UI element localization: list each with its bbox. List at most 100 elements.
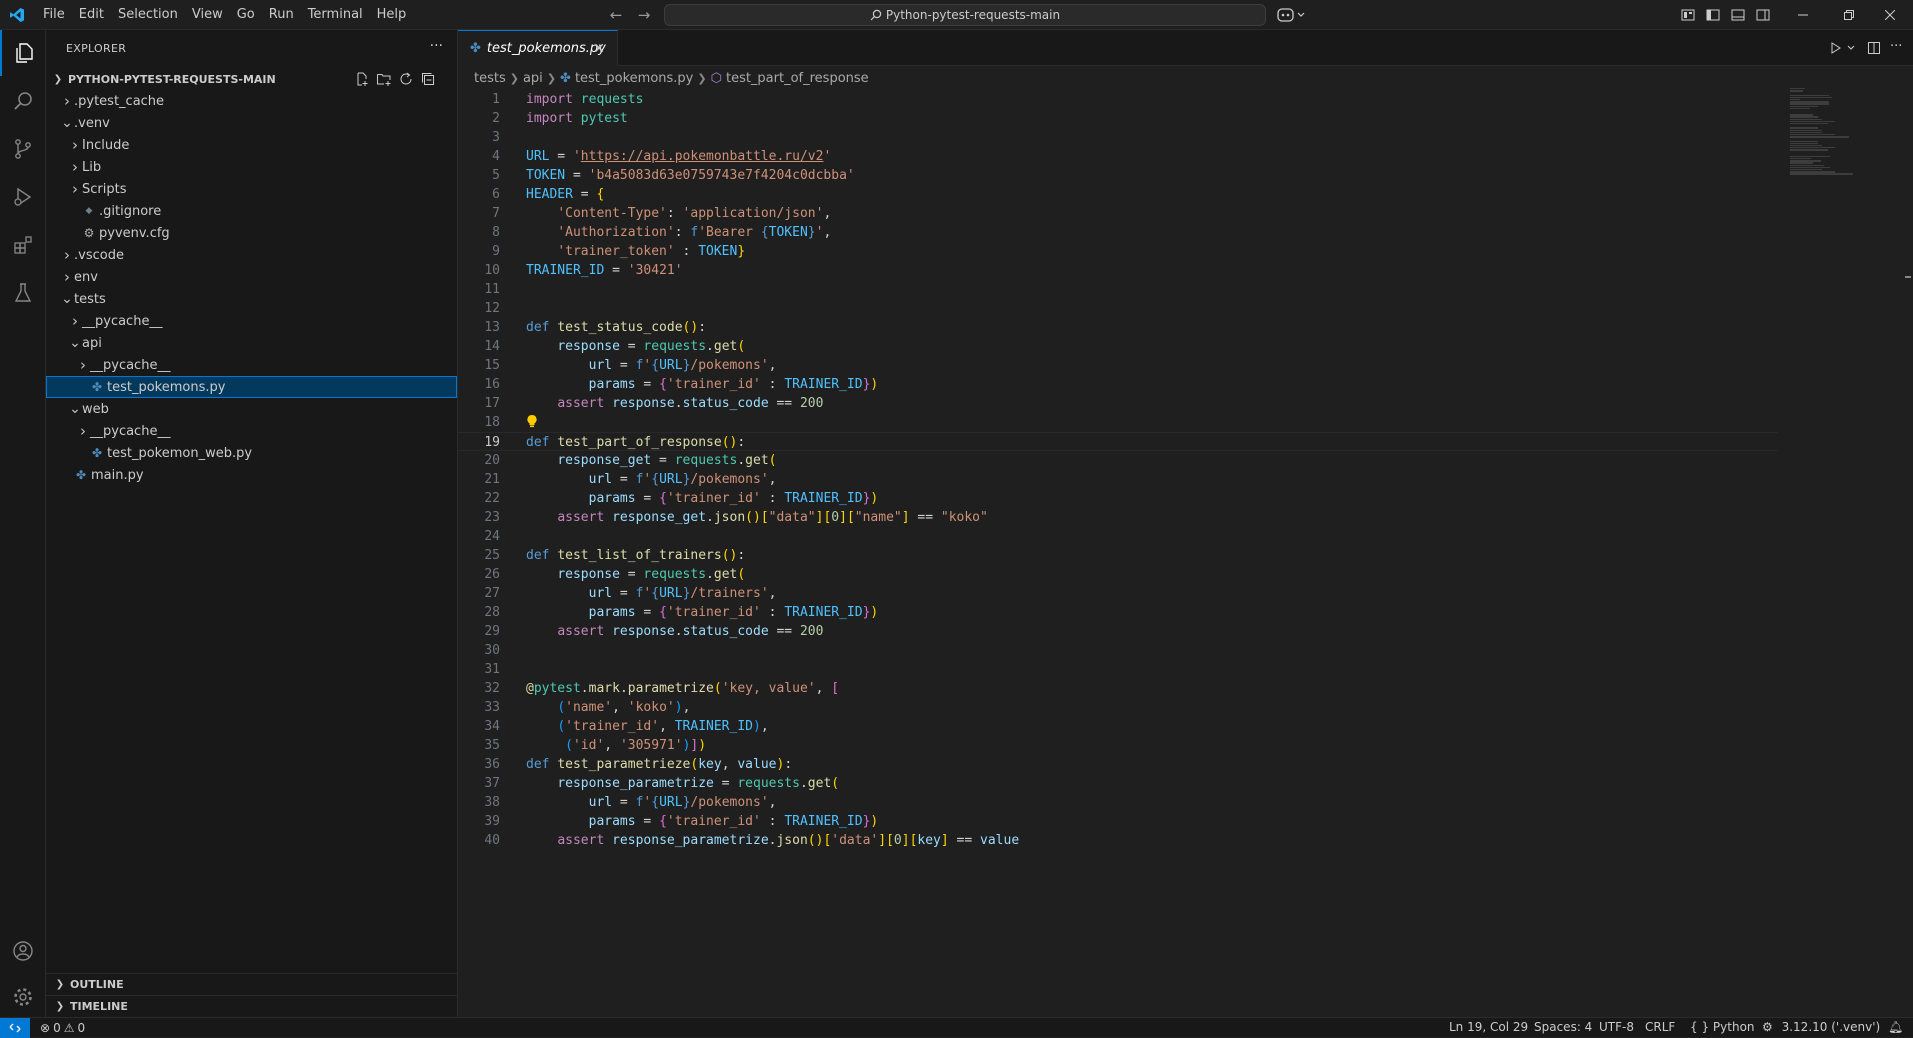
- tree-folder[interactable]: › __pycache__: [46, 310, 457, 332]
- code-line[interactable]: 6 HEADER = {: [458, 185, 1778, 204]
- code-line[interactable]: 34 ('trainer_id', TRAINER_ID),: [458, 717, 1778, 736]
- code-line[interactable]: 33 ('name', 'koko'),: [458, 698, 1778, 717]
- explorer-files-icon[interactable]: [0, 30, 46, 76]
- code-line[interactable]: 1 import requests: [458, 90, 1778, 109]
- tab-test-pokemons[interactable]: ✤ test_pokemons.py ✕: [458, 30, 618, 66]
- code-line[interactable]: 2 import pytest: [458, 109, 1778, 128]
- code-line[interactable]: 9 'trainer_token' : TOKEN}: [458, 242, 1778, 261]
- code-line[interactable]: 14 response = requests.get(: [458, 337, 1778, 356]
- code-line[interactable]: 11: [458, 280, 1778, 299]
- code-line[interactable]: 38 url = f'{URL}/pokemons',: [458, 793, 1778, 812]
- workspace-header[interactable]: ❯ PYTHON-PYTEST-REQUESTS-MAIN: [46, 68, 457, 90]
- code-line[interactable]: 18: [458, 413, 1778, 432]
- code-line[interactable]: 35 ('id', '305971')]): [458, 736, 1778, 755]
- run-python-file-icon[interactable]: [1828, 40, 1844, 56]
- toggle-secondary-sidebar-icon[interactable]: [1755, 7, 1771, 23]
- customize-layout-icon[interactable]: [1680, 7, 1696, 23]
- tree-file[interactable]: ⚙ pyvenv.cfg: [46, 222, 457, 244]
- code-line[interactable]: 40 assert response_parametrize.json()['d…: [458, 831, 1778, 850]
- menu-run[interactable]: Run: [262, 0, 301, 30]
- tree-folder[interactable]: › Include: [46, 134, 457, 156]
- menu-help[interactable]: Help: [370, 0, 414, 30]
- tree-file[interactable]: ◆ .gitignore: [46, 200, 457, 222]
- tree-folder[interactable]: › Scripts: [46, 178, 457, 200]
- new-folder-icon[interactable]: [376, 71, 392, 87]
- more-actions-icon[interactable]: ···: [430, 38, 443, 54]
- extensions-icon[interactable]: [0, 222, 46, 268]
- tree-folder[interactable]: › env: [46, 266, 457, 288]
- tree-folder[interactable]: › __pycache__: [46, 354, 457, 376]
- back-arrow-icon[interactable]: ←: [606, 6, 626, 24]
- search-icon[interactable]: [0, 78, 46, 124]
- tree-folder[interactable]: › __pycache__: [46, 420, 457, 442]
- restore-window-icon[interactable]: [1826, 0, 1872, 30]
- refresh-icon[interactable]: [398, 71, 414, 87]
- settings-gear-icon[interactable]: [0, 974, 46, 1020]
- problems-indicator[interactable]: ⊗ 0 ⚠ 0: [40, 1018, 85, 1038]
- code-line[interactable]: 24: [458, 527, 1778, 546]
- chevron-down-icon[interactable]: [1846, 40, 1862, 56]
- language-mode[interactable]: { } Python: [1690, 1018, 1755, 1038]
- code-line[interactable]: 28 params = {'trainer_id' : TRAINER_ID}): [458, 603, 1778, 622]
- new-file-icon[interactable]: [354, 71, 370, 87]
- tree-folder[interactable]: › .vscode: [46, 244, 457, 266]
- testing-flask-icon[interactable]: [0, 270, 46, 316]
- more-actions-icon[interactable]: ···: [1890, 40, 1906, 56]
- tree-folder[interactable]: ⌄ web: [46, 398, 457, 420]
- toggle-panel-icon[interactable]: [1730, 7, 1746, 23]
- tree-folder[interactable]: › .pytest_cache: [46, 90, 457, 112]
- code-line[interactable]: 3: [458, 128, 1778, 147]
- code-line[interactable]: 22 params = {'trainer_id' : TRAINER_ID}): [458, 489, 1778, 508]
- code-line[interactable]: 21 url = f'{URL}/pokemons',: [458, 470, 1778, 489]
- close-window-icon[interactable]: [1867, 0, 1913, 30]
- code-line[interactable]: 19 def test_part_of_response():: [458, 432, 1778, 451]
- menu-selection[interactable]: Selection: [111, 0, 185, 30]
- code-line[interactable]: 31: [458, 660, 1778, 679]
- code-line[interactable]: 5 TOKEN = 'b4a5083d63e0759743e7f4204c0dcb…: [458, 166, 1778, 185]
- accounts-icon[interactable]: [0, 928, 46, 974]
- source-control-icon[interactable]: [0, 126, 46, 172]
- vscode-logo-icon[interactable]: [2, 0, 32, 30]
- breadcrumb-item-api[interactable]: api: [523, 71, 543, 86]
- copilot-icon[interactable]: [1277, 6, 1309, 24]
- tree-folder[interactable]: ⌄ api: [46, 332, 457, 354]
- split-editor-icon[interactable]: [1866, 40, 1882, 56]
- code-line[interactable]: 13 def test_status_code():: [458, 318, 1778, 337]
- menu-go[interactable]: Go: [230, 0, 262, 30]
- code-line[interactable]: 23 assert response_get.json()["data"][0]…: [458, 508, 1778, 527]
- menu-view[interactable]: View: [185, 0, 230, 30]
- breadcrumb-item-file[interactable]: test_pokemons.py: [575, 71, 693, 86]
- code-line[interactable]: 12: [458, 299, 1778, 318]
- command-center-search[interactable]: Python-pytest-requests-main: [664, 4, 1266, 26]
- code-line[interactable]: 17 assert response.status_code == 200: [458, 394, 1778, 413]
- tree-file[interactable]: ✤ test_pokemon_web.py: [46, 442, 457, 464]
- encoding[interactable]: UTF-8: [1599, 1018, 1634, 1038]
- code-line[interactable]: 32 @pytest.mark.parametrize('key, value',…: [458, 679, 1778, 698]
- code-line[interactable]: 26 response = requests.get(: [458, 565, 1778, 584]
- code-line[interactable]: 15 url = f'{URL}/pokemons',: [458, 356, 1778, 375]
- remote-indicator-icon[interactable]: [0, 1018, 30, 1038]
- code-line[interactable]: 8 'Authorization': f'Bearer {TOKEN}',: [458, 223, 1778, 242]
- code-line[interactable]: 37 response_parametrize = requests.get(: [458, 774, 1778, 793]
- code-line[interactable]: 39 params = {'trainer_id' : TRAINER_ID}): [458, 812, 1778, 831]
- collapse-all-icon[interactable]: [420, 71, 436, 87]
- tree-folder[interactable]: › Lib: [46, 156, 457, 178]
- breadcrumb-item-function[interactable]: test_part_of_response: [726, 71, 869, 86]
- forward-arrow-icon[interactable]: →: [634, 6, 654, 24]
- code-line[interactable]: 25 def test_list_of_trainers():: [458, 546, 1778, 565]
- code-editor[interactable]: 1 import requests 2 import pytest 3 4 URL = 'h…: [458, 90, 1778, 850]
- indentation[interactable]: Spaces: 4: [1534, 1018, 1592, 1038]
- code-line[interactable]: 4 URL = 'https://api.pokemonbattle.ru/v2': [458, 147, 1778, 166]
- python-interpreter[interactable]: ⚙ 3.12.10 ('.venv'): [1762, 1018, 1880, 1038]
- code-line[interactable]: 27 url = f'{URL}/trainers',: [458, 584, 1778, 603]
- menu-file[interactable]: File: [36, 0, 72, 30]
- close-icon[interactable]: ✕: [593, 41, 605, 57]
- breadcrumb-item-tests[interactable]: tests: [474, 71, 506, 86]
- code-line[interactable]: 20 response_get = requests.get(: [458, 451, 1778, 470]
- minimize-window-icon[interactable]: [1780, 0, 1826, 30]
- tree-folder[interactable]: ⌄ .venv: [46, 112, 457, 134]
- toggle-primary-sidebar-icon[interactable]: [1705, 7, 1721, 23]
- cursor-position[interactable]: Ln 19, Col 29: [1449, 1018, 1528, 1038]
- tree-file[interactable]: ✤ test_pokemons.py: [46, 376, 457, 398]
- timeline-section-header[interactable]: ❯ TIMELINE: [46, 995, 457, 1017]
